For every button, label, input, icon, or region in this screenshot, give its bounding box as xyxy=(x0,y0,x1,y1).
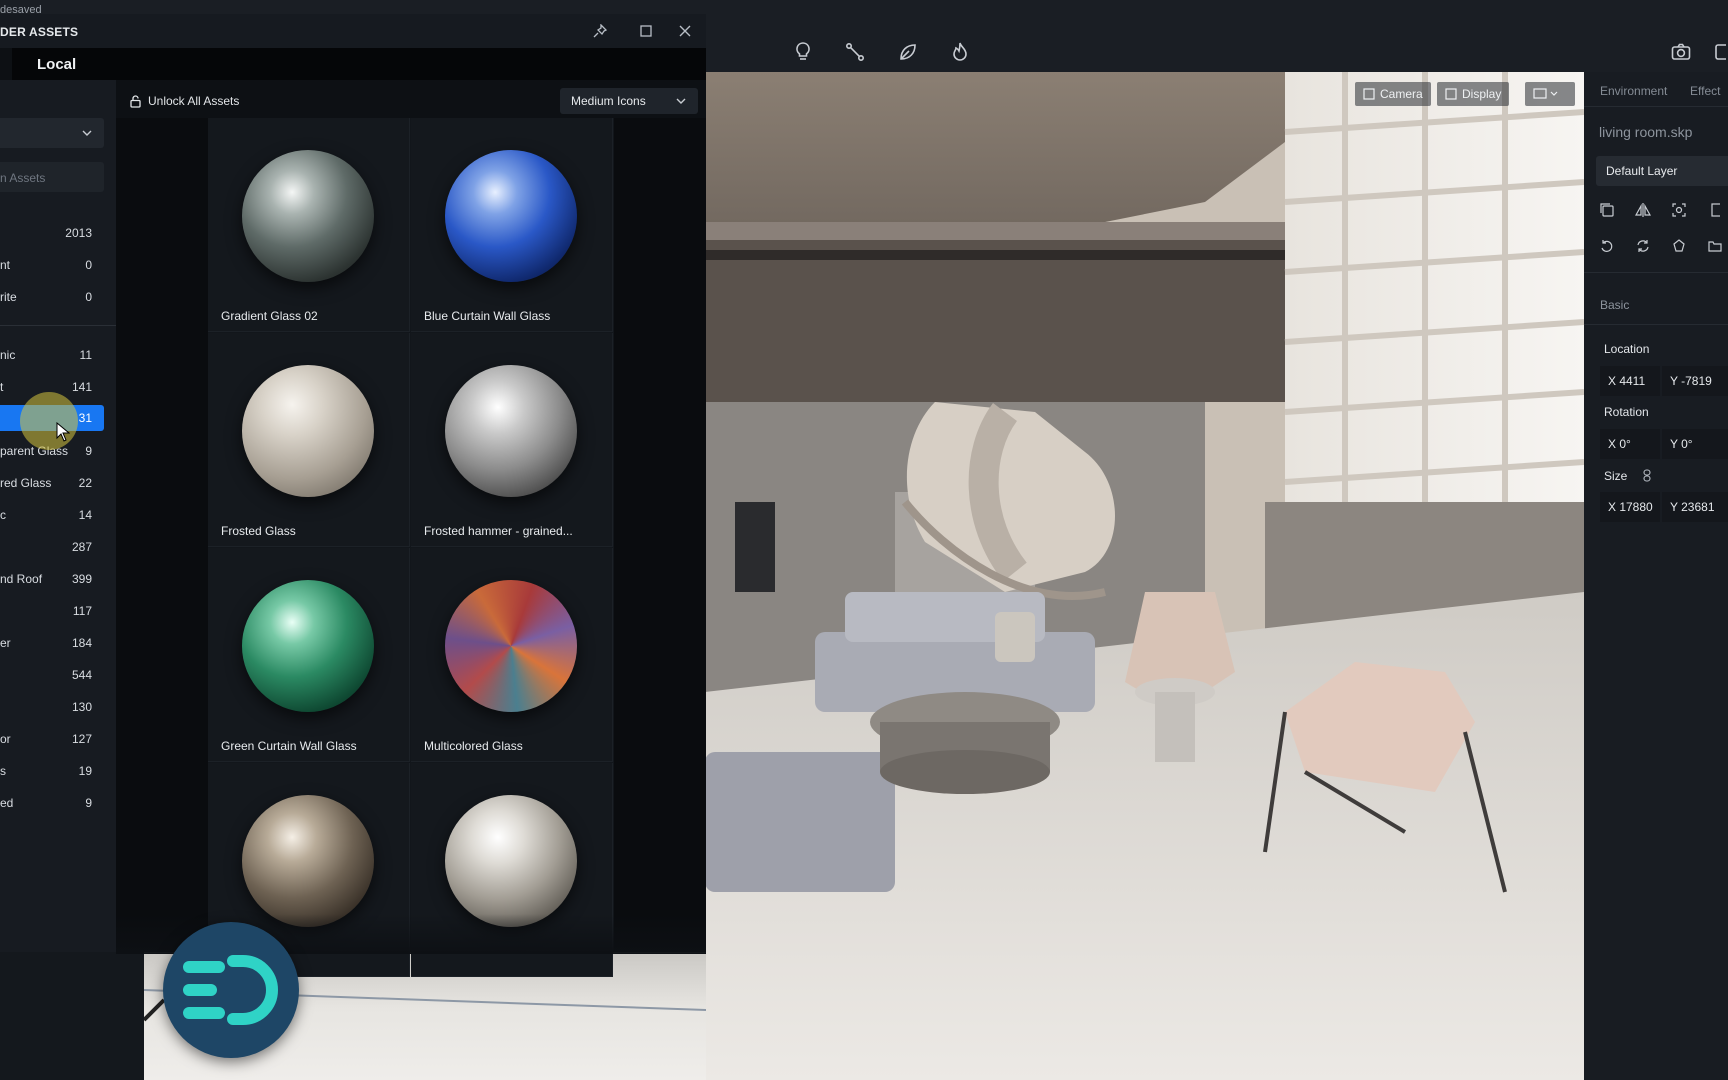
material-card[interactable]: Gradient Glass 02 xyxy=(208,118,410,332)
folder-icon[interactable] xyxy=(1705,236,1725,256)
chevron-down-icon xyxy=(676,98,686,104)
logo-badge xyxy=(163,922,299,1058)
leaf-icon[interactable] xyxy=(894,38,922,66)
unlock-all-label: Unlock All Assets xyxy=(148,94,240,108)
assets-title: DER ASSETS xyxy=(0,25,79,39)
logo-glyph xyxy=(183,955,278,1025)
category-row[interactable]: or 127 xyxy=(0,726,116,752)
category-row[interactable]: 544 xyxy=(0,662,116,688)
category-sidebar: n Assets 2013 nt 0 rite 0 nic 11 t 141 31 pa… xyxy=(0,80,116,952)
category-row[interactable]: rite 0 xyxy=(0,284,116,310)
size-y-field[interactable]: Y 23681 xyxy=(1662,492,1728,522)
tab-environment[interactable]: Environment xyxy=(1600,84,1667,98)
category-row[interactable]: 117 xyxy=(0,598,116,624)
material-grid: Gradient Glass 02 Blue Curtain Wall Glas… xyxy=(208,118,614,977)
view-mode-value: Medium Icons xyxy=(571,94,646,108)
layer-select[interactable]: Default Layer xyxy=(1596,156,1728,186)
material-preview xyxy=(445,795,577,927)
focus-icon[interactable] xyxy=(1669,200,1689,220)
category-row[interactable]: nd Roof 399 xyxy=(0,566,116,592)
bulb-icon[interactable] xyxy=(789,38,817,66)
category-row[interactable]: 2013 xyxy=(0,220,116,246)
search-placeholder: n Assets xyxy=(0,171,46,185)
camera-button[interactable]: Camera xyxy=(1355,82,1431,106)
section-basic: Basic xyxy=(1600,298,1630,312)
category-row[interactable]: 130 xyxy=(0,694,116,720)
measure-icon[interactable] xyxy=(841,38,869,66)
pin-icon[interactable] xyxy=(590,21,610,41)
material-preview xyxy=(445,150,577,282)
size-x-field[interactable]: X 17880 xyxy=(1600,492,1660,522)
maximize-icon[interactable] xyxy=(636,21,656,41)
divider xyxy=(0,325,116,326)
display-label: Display xyxy=(1462,87,1502,101)
link-icon[interactable] xyxy=(1642,469,1652,482)
material-preview xyxy=(242,150,374,282)
living-room-render xyxy=(705,72,1584,1080)
assets-panel: DER ASSETS Local n Assets 2013 nt 0 rite 0… xyxy=(0,14,706,977)
mouse-cursor-icon xyxy=(56,422,70,442)
category-row[interactable]: nt 0 xyxy=(0,252,116,278)
flame-icon[interactable] xyxy=(946,38,974,66)
material-card[interactable]: Blue Curtain Wall Glass xyxy=(411,118,613,332)
material-preview xyxy=(242,795,374,927)
category-row[interactable]: ed 9 xyxy=(0,790,116,816)
copy-icon[interactable] xyxy=(1597,200,1617,220)
chevron-down-icon xyxy=(82,130,92,136)
rotation-x-field[interactable]: X 0° xyxy=(1600,429,1660,459)
material-card[interactable]: Green Curtain Wall Glass xyxy=(208,548,410,762)
category-row[interactable]: c 14 xyxy=(0,502,116,528)
tab-local[interactable]: Local xyxy=(12,48,706,80)
render-viewport[interactable]: Camera Display xyxy=(705,72,1584,1080)
rotation-y-field[interactable]: Y 0° xyxy=(1662,429,1728,459)
material-card[interactable]: Frosted Glass xyxy=(208,333,410,547)
material-preview xyxy=(445,365,577,497)
layer-value: Default Layer xyxy=(1606,164,1678,178)
location-x-field[interactable]: X 4411 xyxy=(1600,366,1660,396)
frame-icon[interactable] xyxy=(1705,200,1725,220)
category-row[interactable]: red Glass 22 xyxy=(0,470,116,496)
category-row[interactable]: s 19 xyxy=(0,758,116,784)
category-row[interactable]: nic 11 xyxy=(0,342,116,368)
rotation-label: Rotation xyxy=(1604,405,1649,419)
tab-local-label: Local xyxy=(37,56,77,73)
divider xyxy=(1584,324,1728,325)
close-icon[interactable] xyxy=(675,21,695,41)
panel-icon[interactable] xyxy=(1712,38,1728,66)
mirror-icon[interactable] xyxy=(1633,200,1653,220)
refresh-icon[interactable] xyxy=(1633,236,1653,256)
view-mode-button[interactable] xyxy=(1525,82,1575,106)
undo-rotate-icon[interactable] xyxy=(1597,236,1617,256)
divider xyxy=(1584,106,1728,107)
search-assets-input[interactable]: n Assets xyxy=(0,162,104,192)
lock-icon xyxy=(130,94,141,108)
display-button[interactable]: Display xyxy=(1437,82,1510,106)
material-card[interactable]: Frosted hammer - grained... xyxy=(411,333,613,547)
material-preview xyxy=(242,580,374,712)
category-row[interactable]: 287 xyxy=(0,534,116,560)
unlock-all-button[interactable]: Unlock All Assets xyxy=(120,88,260,114)
material-preview xyxy=(445,580,577,712)
properties-panel: Environment Effect living room.skp Defau… xyxy=(1584,72,1728,1080)
category-row[interactable]: er 184 xyxy=(0,630,116,656)
size-label: Size xyxy=(1604,469,1628,483)
location-label: Location xyxy=(1604,342,1650,356)
tab-effect[interactable]: Effect xyxy=(1690,84,1720,98)
assets-header: DER ASSETS xyxy=(0,14,706,48)
location-y-field[interactable]: Y -7819 xyxy=(1662,366,1728,396)
divider xyxy=(1584,272,1728,273)
material-preview xyxy=(242,365,374,497)
material-icon[interactable] xyxy=(1669,236,1689,256)
material-card[interactable]: Multicolored Glass xyxy=(411,548,613,762)
view-mode-select[interactable]: Medium Icons xyxy=(560,88,698,114)
category-dropdown[interactable] xyxy=(0,118,104,148)
camera-icon[interactable] xyxy=(1667,38,1695,66)
file-name: living room.skp xyxy=(1599,124,1693,140)
camera-label: Camera xyxy=(1380,87,1423,101)
